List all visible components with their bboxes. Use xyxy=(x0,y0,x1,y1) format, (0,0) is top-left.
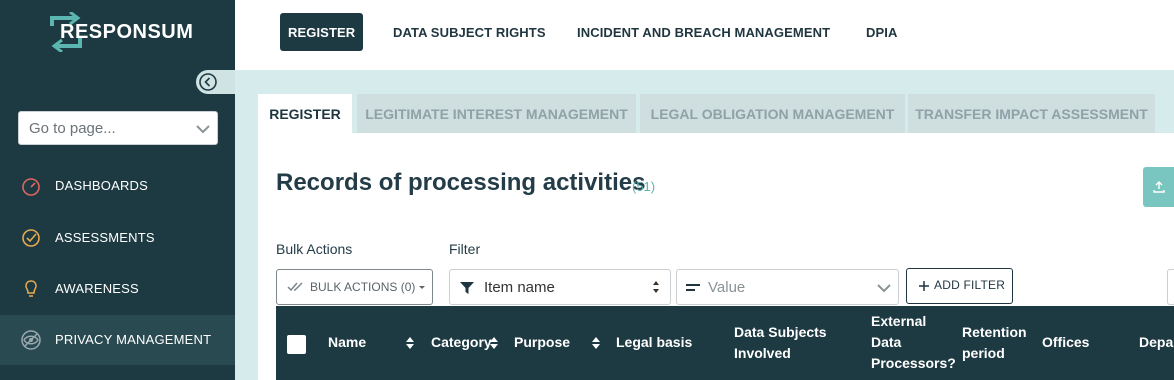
logo-wordmark: RESPONSUM xyxy=(60,21,194,43)
sort-icon[interactable] xyxy=(591,335,601,351)
filter-icon xyxy=(460,282,474,294)
filter-value-select[interactable]: Value xyxy=(676,269,899,305)
eye-shield-icon xyxy=(21,330,41,350)
check-circle-icon xyxy=(22,229,40,247)
text-lines-icon xyxy=(686,284,700,291)
bulk-actions-label: Bulk Actions xyxy=(276,241,353,257)
goto-page-placeholder: Go to page... xyxy=(29,120,116,137)
collapse-sidebar-button[interactable] xyxy=(196,70,235,94)
subtab-legal-obligation-management[interactable]: LEGAL OBLIGATION MANAGEMENT xyxy=(640,94,905,134)
gauge-icon xyxy=(22,178,40,196)
column-header-name[interactable]: Name xyxy=(328,332,366,353)
column-header-category[interactable]: Category xyxy=(431,332,492,353)
column-header-external-line3: Processors? xyxy=(871,355,956,371)
subtab-transfer-impact-assessment[interactable]: TRANSFER IMPACT ASSESSMENT xyxy=(908,94,1155,134)
select-all-checkbox[interactable] xyxy=(287,335,306,354)
sidebar-item-label: DASHBOARDS xyxy=(55,178,149,193)
column-header-data-subjects-line2: Involved xyxy=(734,345,791,361)
sidebar-item-label: PRIVACY MANAGEMENT xyxy=(55,332,212,347)
chevron-left-circle-icon xyxy=(199,73,217,91)
caret-down-icon xyxy=(419,286,425,289)
tab-dpia[interactable]: DPIA xyxy=(866,13,897,51)
page-title: Records of processing activities xyxy=(276,169,646,196)
goto-page-select[interactable]: Go to page... xyxy=(18,111,218,145)
sort-updown-icon xyxy=(653,281,659,293)
export-button[interactable] xyxy=(1143,167,1174,207)
column-header-retention-period[interactable]: Retention period xyxy=(962,322,1027,364)
sidebar-item-dashboards[interactable]: DASHBOARDS xyxy=(0,161,235,211)
column-header-data-subjects[interactable]: Data Subjects Involved xyxy=(734,322,827,364)
table-header: Name Category Purpose Legal basis Data S… xyxy=(276,306,1174,380)
bulk-actions-button[interactable]: BULK ACTIONS (0) xyxy=(276,269,433,305)
column-header-external-processors[interactable]: External Data Processors? xyxy=(871,311,956,374)
chevron-down-icon xyxy=(196,125,210,134)
chevron-down-icon xyxy=(877,284,891,293)
column-header-departments[interactable]: Departments xyxy=(1139,332,1174,353)
column-header-offices[interactable]: Offices xyxy=(1042,332,1089,353)
sort-icon[interactable] xyxy=(489,335,499,351)
filter-field-select[interactable]: Item name xyxy=(449,269,671,305)
sidebar-item-assessments[interactable]: ASSESSMENTS xyxy=(0,213,235,263)
main-content: REGISTER LEGITIMATE INTEREST MANAGEMENT … xyxy=(235,70,1174,380)
subtab-register[interactable]: REGISTER xyxy=(258,94,352,134)
filter-value-placeholder: Value xyxy=(708,279,746,296)
search-input[interactable] xyxy=(1167,269,1174,305)
filter-label: Filter xyxy=(449,241,481,257)
add-filter-button[interactable]: ADD FILTER xyxy=(906,268,1013,304)
sidebar-item-label: ASSESSMENTS xyxy=(55,230,155,245)
add-filter-label: ADD FILTER xyxy=(934,278,1006,292)
column-header-data-subjects-line1: Data Subjects xyxy=(734,324,827,340)
column-header-external-line1: External xyxy=(871,313,927,329)
subtab-legitimate-interest-management[interactable]: LEGITIMATE INTEREST MANAGEMENT xyxy=(357,94,636,134)
register-panel: Records of processing activities (51) Bu… xyxy=(258,133,1174,380)
column-header-external-line2: Data xyxy=(871,334,902,350)
plus-icon xyxy=(919,281,929,291)
top-navigation: REGISTER DATA SUBJECT RIGHTS INCIDENT AN… xyxy=(235,0,1174,70)
sidebar-item-privacy-management[interactable]: PRIVACY MANAGEMENT xyxy=(0,315,235,365)
tab-data-subject-rights[interactable]: DATA SUBJECT RIGHTS xyxy=(393,13,546,51)
column-header-legal-basis[interactable]: Legal basis xyxy=(616,332,692,353)
tab-incident-and-breach-management[interactable]: INCIDENT AND BREACH MANAGEMENT xyxy=(577,13,830,51)
sidebar-item-label: AWARENESS xyxy=(55,281,139,296)
record-count: (51) xyxy=(632,179,656,194)
column-header-retention-line1: Retention xyxy=(962,324,1027,340)
responsum-logo[interactable]: RESPONSUM xyxy=(46,12,196,52)
column-header-retention-line2: period xyxy=(962,345,1005,361)
sidebar-item-awareness[interactable]: AWARENESS xyxy=(0,264,235,314)
bulk-actions-button-label: BULK ACTIONS (0) xyxy=(310,280,416,294)
sidebar: RESPONSUM Go to page... DASHBOARDS ASSES… xyxy=(0,0,235,380)
upload-icon xyxy=(1153,181,1165,193)
tab-register[interactable]: REGISTER xyxy=(280,13,364,51)
column-header-purpose[interactable]: Purpose xyxy=(514,332,570,353)
filter-field-value: Item name xyxy=(484,279,555,296)
lightbulb-icon xyxy=(25,280,37,297)
double-check-icon xyxy=(287,282,303,292)
sort-icon[interactable] xyxy=(405,335,415,351)
